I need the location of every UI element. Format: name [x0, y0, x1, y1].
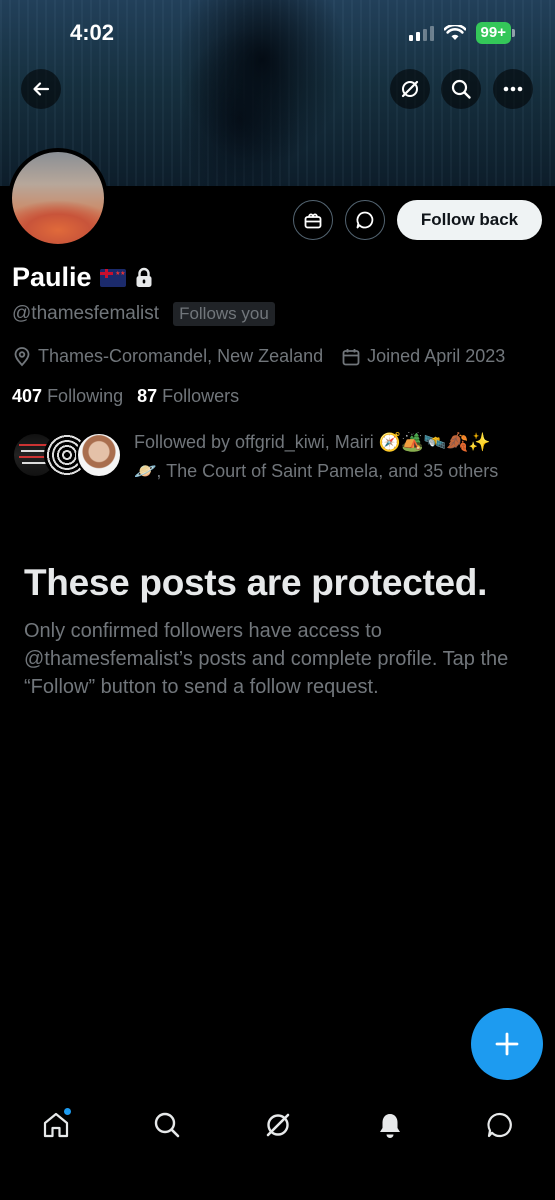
display-name: Paulie [12, 262, 92, 292]
tab-home[interactable] [28, 1105, 84, 1145]
status-time: 4:02 [70, 20, 115, 45]
tab-notifications[interactable] [362, 1105, 418, 1145]
bottom-tab-bar [0, 1090, 555, 1200]
tab-messages[interactable] [472, 1105, 528, 1145]
tab-search[interactable] [139, 1105, 195, 1145]
protected-body: Only confirmed followers have access to … [24, 620, 509, 698]
compose-post-button[interactable] [471, 1008, 543, 1080]
plus-icon [495, 1032, 519, 1056]
joined-item: Joined April 2023 [341, 346, 505, 367]
message-bubble-icon [356, 211, 374, 229]
wifi-icon [443, 25, 466, 40]
grok-icon [401, 80, 419, 98]
signal-icon [408, 25, 434, 41]
search-icon [154, 1112, 180, 1138]
follow-counts: 407 Following 87 Followers [12, 386, 239, 407]
location-pin-icon [14, 346, 30, 366]
gift-icon [304, 213, 322, 229]
lock-icon [136, 267, 152, 287]
followers-label: Followers [162, 386, 240, 406]
name-row: Paulie [12, 262, 154, 293]
location-item: Thames-Coromandel, New Zealand [12, 346, 323, 367]
followers-count: 87 [137, 386, 158, 406]
following-count: 407 [12, 386, 43, 406]
profile-meta: Thames-Coromandel, New Zealand Joined Ap… [12, 346, 505, 367]
joined-text: Joined April 2023 [367, 346, 506, 366]
notification-dot [63, 1107, 72, 1116]
grok-button[interactable] [390, 69, 430, 109]
subscribe-button[interactable] [293, 200, 333, 240]
search-icon [451, 79, 471, 99]
more-icon [503, 86, 523, 92]
protected-title: These posts are protected. [24, 562, 488, 603]
follow-back-button[interactable]: Follow back [397, 200, 542, 240]
new-zealand-flag-icon [99, 268, 126, 287]
status-icons: 99+ [408, 22, 516, 44]
followed-by-line: Followed by offgrid_kiwi, Mairi 🧭🏕️🛰️🍂✨ [134, 432, 491, 452]
search-button[interactable] [441, 69, 481, 109]
profile-page: 4:02 99+ Follow back Paulie ★ ★ @thamesf… [0, 0, 555, 1200]
tab-grok[interactable] [250, 1105, 306, 1145]
back-arrow-icon [33, 82, 50, 96]
messages-icon [487, 1112, 512, 1138]
followed-by-text: Followed by offgrid_kiwi, Mairi 🧭🏕️🛰️🍂✨ … [134, 428, 554, 486]
following-link[interactable]: 407 Following [12, 386, 123, 407]
username-handle: @thamesfemalist [12, 303, 160, 324]
profile-avatar[interactable] [8, 148, 108, 248]
message-button[interactable] [345, 200, 385, 240]
followed-by-line: 🪐, The Court of Saint Pamela, and 35 oth… [134, 461, 499, 481]
followers-link[interactable]: 87 Followers [137, 386, 239, 407]
handle-row: @thamesfemalist Follows you [12, 302, 275, 326]
battery-indicator: 99+ [475, 22, 516, 44]
calendar-icon [342, 348, 360, 365]
grok-icon [266, 1113, 290, 1137]
more-button[interactable] [493, 69, 533, 109]
notifications-icon [380, 1114, 400, 1138]
followed-by-avatars [12, 432, 124, 482]
back-button[interactable] [21, 69, 61, 109]
follows-you-badge: Follows you [173, 302, 275, 326]
location-text: Thames-Coromandel, New Zealand [38, 346, 324, 366]
follower-avatar [76, 432, 122, 478]
following-label: Following [47, 386, 124, 406]
